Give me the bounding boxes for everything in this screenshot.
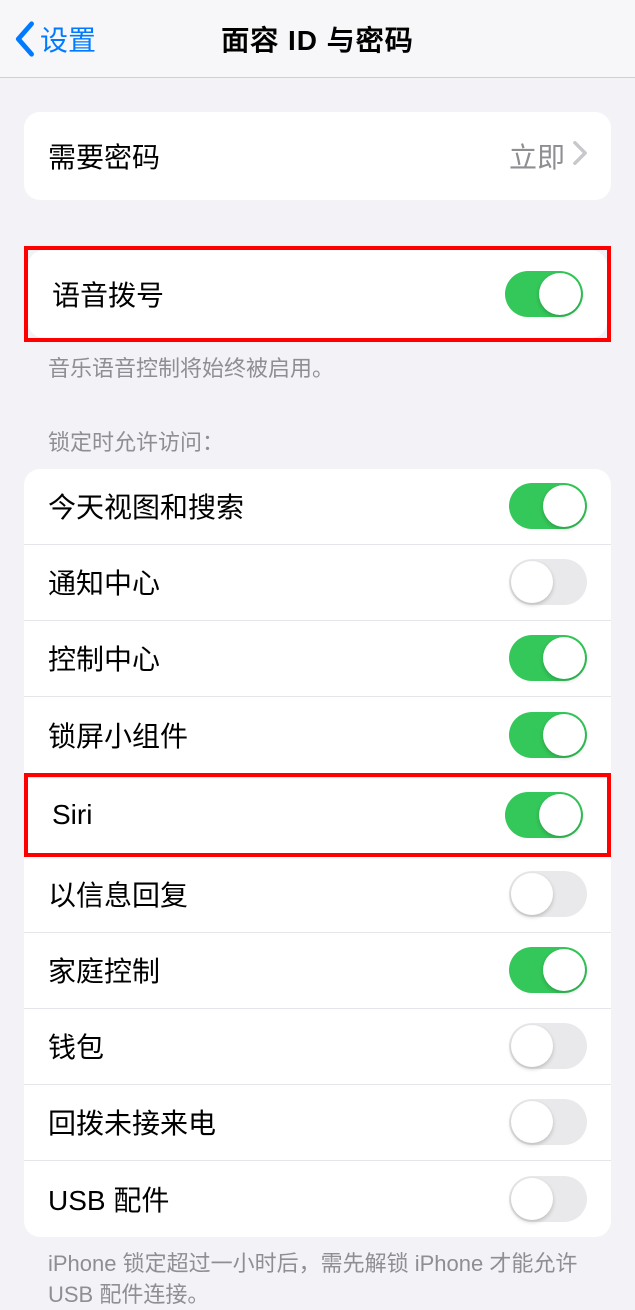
siri-toggle[interactable]	[505, 792, 583, 838]
callback-row: 回拨未接来电	[24, 1085, 611, 1161]
notification-center-label: 通知中心	[48, 562, 160, 602]
siri-label: Siri	[52, 799, 92, 831]
home-control-toggle[interactable]	[509, 947, 587, 993]
page-title: 面容 ID 与密码	[221, 19, 414, 59]
today-view-row: 今天视图和搜索	[24, 469, 611, 545]
lock-access-header: 锁定时允许访问：	[24, 425, 611, 469]
lock-access-group: 今天视图和搜索 通知中心 控制中心 锁屏小组件	[24, 469, 611, 773]
home-control-label: 家庭控制	[48, 950, 160, 990]
chevron-right-icon	[573, 140, 587, 172]
usb-footer: iPhone 锁定超过一小时后，需先解锁 iPhone 才能允许 USB 配件连…	[24, 1237, 611, 1310]
voice-dial-toggle[interactable]	[505, 271, 583, 317]
voice-dial-group: 语音拨号	[28, 250, 607, 338]
usb-row: USB 配件	[24, 1161, 611, 1237]
siri-highlight: Siri	[24, 773, 611, 857]
usb-label: USB 配件	[48, 1179, 169, 1219]
voice-dial-footer: 音乐语音控制将始终被启用。	[24, 342, 611, 385]
notification-center-row: 通知中心	[24, 545, 611, 621]
require-passcode-value: 立即	[509, 136, 587, 176]
wallet-toggle[interactable]	[509, 1023, 587, 1069]
require-passcode-label: 需要密码	[48, 136, 160, 176]
siri-row: Siri	[28, 777, 607, 853]
control-center-row: 控制中心	[24, 621, 611, 697]
today-view-toggle[interactable]	[509, 483, 587, 529]
callback-label: 回拨未接来电	[48, 1102, 216, 1142]
require-passcode-row[interactable]: 需要密码 立即	[24, 112, 611, 200]
require-passcode-group: 需要密码 立即	[24, 112, 611, 200]
lock-access-group-2: 以信息回复 家庭控制 钱包 回拨未接来电 USB 配件	[24, 857, 611, 1237]
reply-message-label: 以信息回复	[48, 874, 188, 914]
siri-group: Siri	[28, 777, 607, 853]
voice-dial-label: 语音拨号	[52, 274, 164, 314]
lock-widgets-row: 锁屏小组件	[24, 697, 611, 773]
voice-dial-highlight: 语音拨号	[24, 246, 611, 342]
callback-toggle[interactable]	[509, 1099, 587, 1145]
back-label[interactable]: 设置	[40, 19, 96, 59]
today-view-label: 今天视图和搜索	[48, 486, 244, 526]
wallet-row: 钱包	[24, 1009, 611, 1085]
wallet-label: 钱包	[48, 1026, 104, 1066]
reply-message-toggle[interactable]	[509, 871, 587, 917]
navigation-bar: 设置 面容 ID 与密码	[0, 0, 635, 78]
home-control-row: 家庭控制	[24, 933, 611, 1009]
control-center-toggle[interactable]	[509, 635, 587, 681]
back-chevron-icon[interactable]	[12, 20, 36, 58]
lock-widgets-label: 锁屏小组件	[48, 715, 188, 755]
notification-center-toggle[interactable]	[509, 559, 587, 605]
control-center-label: 控制中心	[48, 638, 160, 678]
reply-message-row: 以信息回复	[24, 857, 611, 933]
usb-toggle[interactable]	[509, 1176, 587, 1222]
voice-dial-row: 语音拨号	[28, 250, 607, 338]
lock-widgets-toggle[interactable]	[509, 712, 587, 758]
